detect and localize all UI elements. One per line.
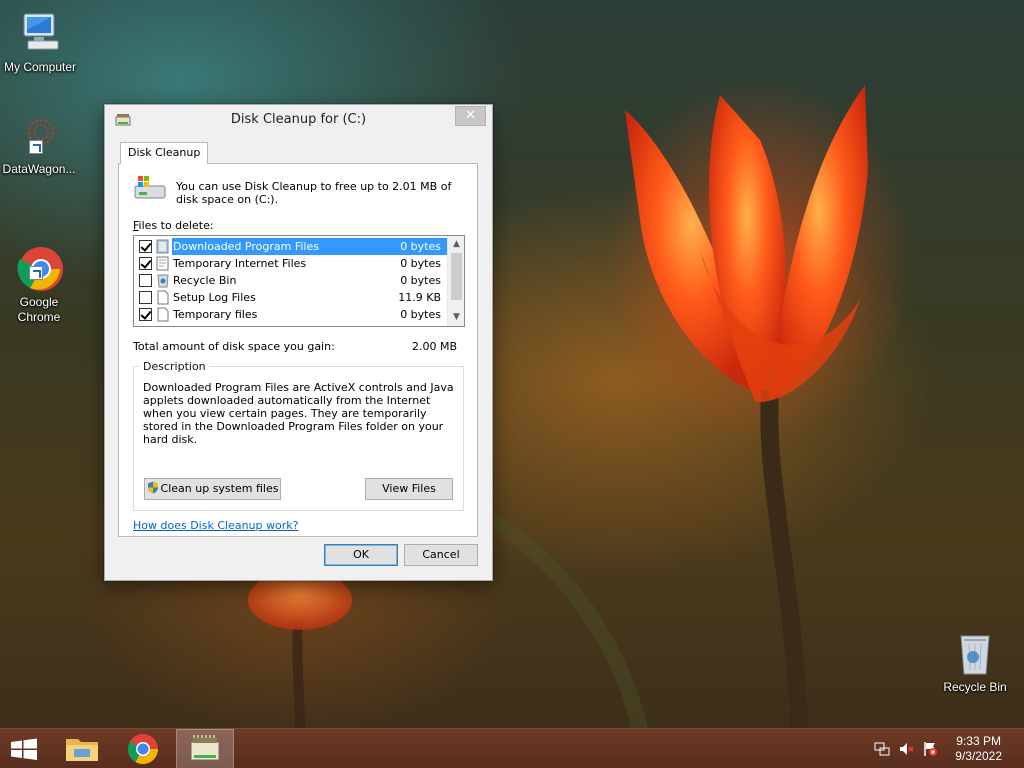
taskbar-chrome[interactable]	[115, 729, 171, 768]
file-name: Temporary Internet Files	[173, 257, 307, 270]
description-text: Downloaded Program Files are ActiveX con…	[143, 381, 454, 446]
close-button[interactable]: ✕	[455, 106, 486, 126]
checkbox[interactable]	[139, 291, 152, 304]
computer-icon	[16, 10, 64, 58]
shortcut-arrow-icon	[29, 266, 43, 280]
network-icon[interactable]	[874, 741, 890, 757]
file-size: 0 bytes	[400, 308, 441, 321]
clock-date: 9/3/2022	[955, 749, 1002, 763]
desktop-icon-label: My Computer	[3, 60, 77, 74]
file-icon	[157, 290, 169, 305]
tab-disk-cleanup[interactable]: Disk Cleanup	[120, 142, 209, 164]
desktop-icon-recycle-bin[interactable]: Recycle Bin	[935, 630, 1015, 695]
scroll-down-icon[interactable]: ▼	[448, 309, 464, 326]
taskbar: 9:33 PM 9/3/2022	[0, 728, 1024, 768]
files-to-delete-text: iles to delete:	[138, 219, 214, 232]
datawagon-icon	[15, 112, 63, 160]
desktop-icon-label: Recycle Bin	[943, 680, 1007, 694]
taskbar-clock[interactable]: 9:33 PM 9/3/2022	[955, 734, 1002, 764]
file-size: 0 bytes	[400, 257, 441, 270]
list-item[interactable]: Setup Log Files 11.9 KB	[134, 289, 447, 306]
disk-cleanup-icon	[190, 735, 220, 761]
files-list[interactable]: Downloaded Program Files 0 bytes Tempora…	[133, 235, 465, 327]
chrome-icon	[15, 230, 63, 291]
drive-icon	[134, 176, 166, 199]
recycle-bin-icon	[157, 274, 169, 288]
ok-button[interactable]: OK	[324, 544, 398, 566]
total-space-value: 2.00 MB	[411, 340, 457, 353]
list-item[interactable]: Recycle Bin 0 bytes	[134, 272, 447, 289]
recycle-bin-icon	[951, 630, 999, 678]
file-explorer-icon	[66, 739, 98, 761]
title-bar[interactable]: Disk Cleanup for (C:) ✕	[105, 105, 492, 133]
clean-up-system-files-label: Clean up system files	[160, 482, 279, 495]
checkbox[interactable]	[139, 274, 152, 287]
cancel-button[interactable]: Cancel	[404, 544, 478, 566]
clean-up-system-files-button[interactable]: Clean up system files	[144, 478, 281, 500]
help-link[interactable]: How does Disk Cleanup work?	[133, 519, 298, 532]
description-group: Description Downloaded Program Files are…	[133, 360, 464, 511]
list-item[interactable]: Downloaded Program Files 0 bytes	[134, 238, 447, 255]
volume-muted-icon[interactable]	[898, 741, 914, 757]
file-size: 11.9 KB	[398, 291, 441, 304]
desktop-icon-google-chrome[interactable]: Google Chrome	[0, 215, 79, 340]
intro-text: You can use Disk Cleanup to free up to 2…	[176, 180, 452, 206]
file-icon	[157, 307, 169, 322]
file-size: 0 bytes	[400, 274, 441, 287]
start-button[interactable]	[0, 729, 48, 768]
dialog-title: Disk Cleanup for (C:)	[230, 112, 367, 127]
files-list-scrollbar[interactable]: ▲ ▼	[447, 236, 464, 326]
disk-cleanup-dialog: Disk Cleanup for (C:) ✕ Disk Cleanup You…	[104, 104, 493, 581]
windows-logo-icon	[11, 738, 37, 760]
tab-panel: You can use Disk Cleanup to free up to 2…	[118, 163, 478, 537]
folder-icon	[156, 239, 169, 254]
total-space-label: Total amount of disk space you gain:	[133, 340, 335, 353]
shortcut-arrow-icon	[29, 140, 43, 154]
scroll-up-icon[interactable]: ▲	[448, 236, 464, 253]
checkbox[interactable]	[139, 240, 152, 253]
list-item[interactable]: Temporary files 0 bytes	[134, 306, 447, 323]
file-name: Temporary files	[173, 308, 258, 321]
checkbox[interactable]	[139, 257, 152, 270]
checkbox[interactable]	[139, 308, 152, 321]
taskbar-file-explorer[interactable]	[54, 729, 110, 768]
list-item[interactable]: Temporary Internet Files 0 bytes	[134, 255, 447, 272]
uac-shield-icon	[147, 481, 158, 494]
internet-files-icon	[156, 256, 169, 271]
taskbar-disk-cleanup[interactable]	[176, 729, 234, 768]
scrollbar-thumb[interactable]	[451, 253, 462, 300]
action-center-flag-icon[interactable]	[922, 741, 938, 757]
desktop-icon-my-computer[interactable]: My Computer	[0, 10, 80, 75]
chrome-icon	[127, 734, 158, 765]
view-files-button[interactable]: View Files	[365, 478, 453, 500]
file-name: Setup Log Files	[173, 291, 256, 304]
file-size: 0 bytes	[400, 240, 441, 253]
description-legend: Description	[140, 360, 209, 373]
file-name: Recycle Bin	[173, 274, 237, 287]
desktop-icon-label: DataWagon...	[2, 162, 76, 176]
close-icon: ✕	[465, 108, 476, 123]
clock-time: 9:33 PM	[956, 734, 1001, 748]
files-to-delete-label: Files to delete:	[133, 219, 214, 232]
desktop-icon-datawagon[interactable]: DataWagon...	[0, 112, 79, 177]
desktop-icon-label: Google Chrome	[17, 295, 61, 324]
file-name: Downloaded Program Files	[173, 240, 319, 253]
